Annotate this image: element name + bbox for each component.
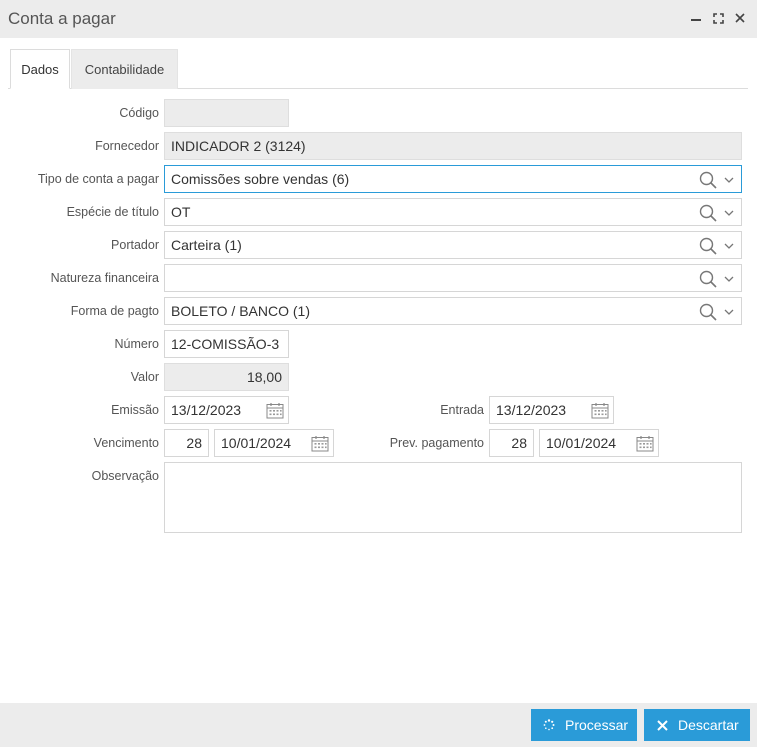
fornecedor-label: Fornecedor (95, 139, 159, 153)
numero-label: Número (114, 337, 159, 351)
descartar-label: Descartar (678, 717, 739, 733)
calendar-icon[interactable] (636, 435, 654, 452)
vencimento-days-field[interactable]: 28 (164, 429, 209, 457)
entrada-value: 13/12/2023 (496, 402, 567, 418)
prev-pagamento-days-field[interactable]: 28 (489, 429, 534, 457)
especie-value: OT (171, 204, 191, 220)
vencimento-label: Vencimento (93, 436, 159, 450)
portador-value: Carteira (1) (171, 237, 242, 253)
valor-label: Valor (130, 370, 159, 384)
window-title: Conta a pagar (8, 9, 116, 28)
tab-bar: Dados Contabilidade (8, 49, 748, 89)
forma-pagto-label: Forma de pagto (70, 304, 159, 318)
entrada-label: Entrada (440, 403, 484, 417)
chevron-down-icon[interactable] (724, 242, 734, 250)
tab-contabilidade[interactable]: Contabilidade (71, 49, 178, 89)
vencimento-value: 10/01/2024 (221, 435, 292, 451)
tipo-conta-label: Tipo de conta a pagar (37, 172, 159, 186)
portador-label: Portador (111, 238, 159, 252)
tipo-conta-field[interactable]: Comissões sobre vendas (6) (164, 165, 742, 193)
observacao-label: Observação (91, 469, 159, 483)
observacao-field[interactable] (164, 462, 742, 533)
emissao-field[interactable]: 13/12/2023 (164, 396, 289, 424)
calendar-icon[interactable] (591, 402, 609, 419)
forma-pagto-value: BOLETO / BANCO (1) (171, 303, 310, 319)
especie-field[interactable]: OT (164, 198, 742, 226)
natureza-label: Natureza financeira (50, 271, 159, 285)
processar-button[interactable]: Processar (531, 709, 637, 741)
fornecedor-field[interactable]: INDICADOR 2 (3124) (164, 132, 742, 160)
prev-pagamento-date-field[interactable]: 10/01/2024 (539, 429, 659, 457)
tipo-conta-value: Comissões sobre vendas (6) (171, 171, 350, 187)
calendar-icon[interactable] (311, 435, 329, 452)
especie-label: Espécie de título (66, 205, 159, 219)
entrada-field[interactable]: 13/12/2023 (489, 396, 614, 424)
search-icon[interactable] (699, 204, 717, 222)
search-icon[interactable] (699, 171, 717, 189)
valor-field[interactable]: 18,00 (164, 363, 289, 391)
prev-pagamento-label: Prev. pagamento (389, 436, 484, 450)
close-icon[interactable] (733, 11, 747, 25)
natureza-field[interactable] (164, 264, 742, 292)
prev-pagamento-value: 10/01/2024 (546, 435, 617, 451)
descartar-button[interactable]: Descartar (644, 709, 750, 741)
spinner-icon (541, 717, 557, 733)
tab-dados[interactable]: Dados (10, 49, 70, 89)
fornecedor-value: INDICADOR 2 (3124) (171, 138, 306, 154)
vencimento-date-field[interactable]: 10/01/2024 (214, 429, 334, 457)
calendar-icon[interactable] (266, 402, 284, 419)
numero-field[interactable]: 12-COMISSÃO-3 (164, 330, 289, 358)
emissao-label: Emissão (111, 403, 159, 417)
processar-label: Processar (565, 717, 629, 733)
codigo-field[interactable] (164, 99, 289, 127)
search-icon[interactable] (699, 237, 717, 255)
emissao-value: 13/12/2023 (171, 402, 242, 418)
title-bar: Conta a pagar (0, 0, 757, 38)
chevron-down-icon[interactable] (724, 176, 734, 184)
codigo-label: Código (119, 106, 159, 120)
chevron-down-icon[interactable] (724, 209, 734, 217)
maximize-icon[interactable] (711, 11, 725, 25)
chevron-down-icon[interactable] (724, 275, 734, 283)
search-icon[interactable] (699, 303, 717, 321)
search-icon[interactable] (699, 270, 717, 288)
forma-pagto-field[interactable]: BOLETO / BANCO (1) (164, 297, 742, 325)
chevron-down-icon[interactable] (724, 308, 734, 316)
close-icon (654, 717, 670, 733)
portador-field[interactable]: Carteira (1) (164, 231, 742, 259)
minimize-icon[interactable] (689, 11, 703, 25)
